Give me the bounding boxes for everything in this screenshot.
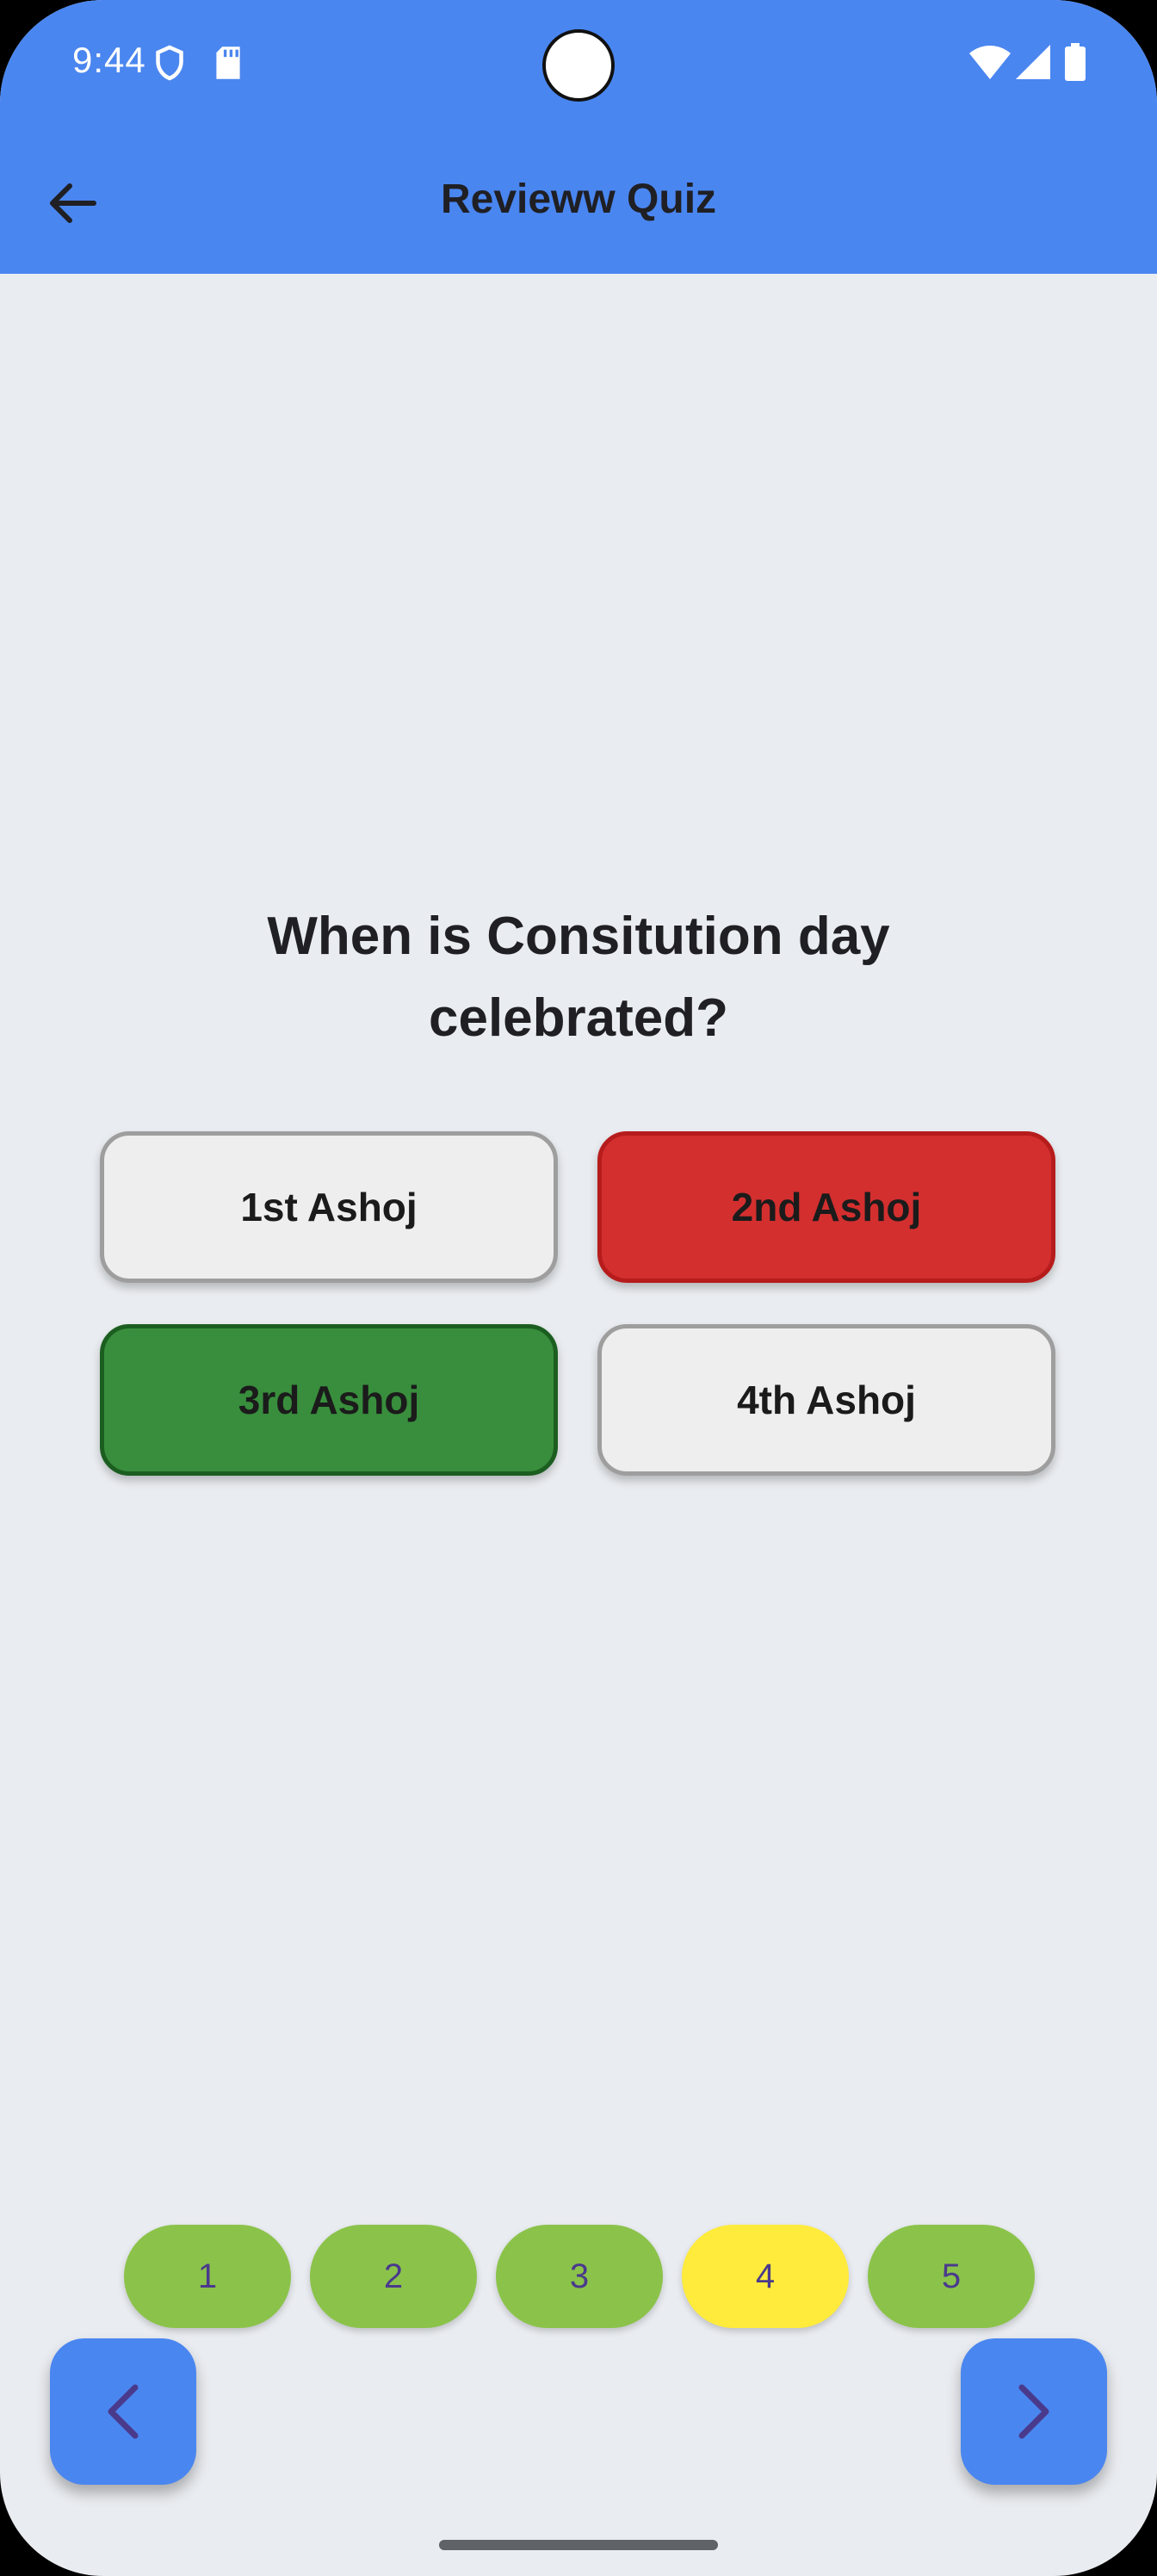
home-indicator[interactable] [439,2540,718,2550]
answer-option-label: 4th Ashoj [737,1378,916,1422]
question-text: When is Consitution day celebrated? [267,907,890,1048]
battery-icon [1065,43,1086,81]
page-pill-2[interactable]: 2 [310,2225,477,2328]
phone-screen: 9:44 Revieww Quiz When is Consitution da… [0,0,1157,2576]
camera-cutout [542,29,615,102]
answer-option-4[interactable]: 4th Ashoj [597,1324,1055,1476]
answer-option-label: 3rd Ashoj [238,1378,420,1422]
chevron-left-icon [108,2384,139,2439]
answer-option-3[interactable]: 3rd Ashoj [100,1324,558,1476]
page-pill-1[interactable]: 1 [124,2225,291,2328]
wifi-icon [969,46,1011,79]
answer-option-label: 1st Ashoj [240,1185,418,1229]
signal-icon [1016,45,1050,79]
chevron-right-icon [1018,2384,1049,2439]
status-time: 9:44 [72,40,146,80]
answer-option-1[interactable]: 1st Ashoj [100,1131,558,1283]
page-pill-3[interactable]: 3 [496,2225,663,2328]
page-title: Revieww Quiz [440,176,717,222]
page-pill-4[interactable]: 4 [682,2225,849,2328]
answer-option-label: 2nd Ashoj [731,1185,922,1229]
previous-button[interactable] [50,2338,196,2485]
shield-icon [156,45,183,81]
app-header: 9:44 Revieww Quiz [0,0,1157,274]
page-pill-5[interactable]: 5 [868,2225,1035,2328]
next-button[interactable] [961,2338,1107,2485]
answer-option-2[interactable]: 2nd Ashoj [597,1131,1055,1283]
sd-card-icon [216,46,240,79]
